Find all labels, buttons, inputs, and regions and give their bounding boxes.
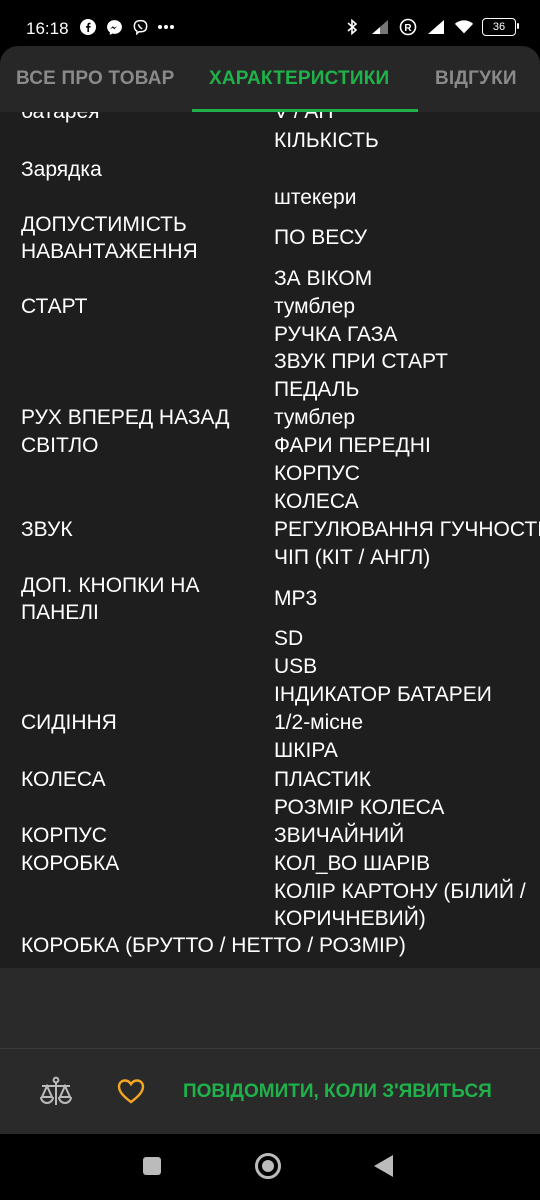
home-button[interactable] [255, 1153, 281, 1179]
spec-label: ДОП. КНОПКИ НА ПАНЕЛІ [21, 574, 200, 624]
spec-label: КОРОБКА (БРУТТО / НЕТТО / РОЗМІР) [21, 934, 406, 957]
status-bar: 16:18 R 36 [0, 0, 540, 50]
spec-value: ІНДИКАТОР БАТАРЕИ [274, 683, 492, 706]
bluetooth-icon [342, 17, 362, 37]
spec-value: SD [274, 627, 304, 650]
spec-label: ЗВУК [21, 518, 73, 541]
spec-label: СИДІННЯ [21, 711, 117, 734]
spec-value: КІЛЬКІСТЬ [274, 129, 379, 152]
messenger-icon [104, 17, 124, 37]
spec-value: ШКІРА [274, 739, 338, 762]
tab-reviews[interactable]: ВІДГУКИ [435, 68, 517, 90]
battery-icon: 36 [482, 18, 519, 36]
spec-label: КОРОБКА [21, 852, 120, 875]
system-icons: R 36 [342, 17, 519, 37]
content-spacer [0, 968, 540, 1048]
back-button[interactable] [374, 1155, 393, 1177]
spec-value: ЗВУК ПРИ СТАРТ [274, 350, 448, 373]
system-navigation-bar [0, 1134, 540, 1200]
spec-value: ПЕДАЛЬ [274, 378, 360, 401]
spec-label: Зарядка [21, 158, 102, 181]
tab-characteristics[interactable]: ХАРАКТЕРИСТИКИ [209, 68, 389, 90]
spec-value: ЗА ВІКОМ [274, 267, 373, 290]
spec-label: батарея [21, 112, 100, 125]
registered-icon: R [398, 17, 418, 37]
product-sheet: ВСЕ ПРО ТОВАР ХАРАКТЕРИСТИКИ ВІДГУКИ бат… [0, 46, 540, 1134]
bottom-action-bar: ПОВІДОМИТИ, КОЛИ З'ЯВИТЬСЯ [0, 1048, 540, 1134]
spec-value: РЕГУЛЮВАННЯ ГУЧНОСТІ [274, 518, 540, 541]
spec-value: MP3 [274, 587, 318, 610]
spec-label: РУХ ВПЕРЕД НАЗАД [21, 406, 230, 429]
recent-apps-button[interactable] [143, 1157, 161, 1175]
svg-text:R: R [404, 23, 412, 34]
spec-value: USB [274, 655, 318, 678]
viber-icon [130, 17, 150, 37]
scales-icon[interactable] [38, 1075, 74, 1109]
spec-label: СТАРТ [21, 295, 88, 318]
spec-value: тумблер [274, 295, 356, 318]
spec-value: V / AH [274, 112, 334, 125]
spec-label: КОРПУС [21, 824, 107, 847]
spec-value: 1/2-місне [274, 711, 364, 734]
spec-value: штекери [274, 186, 357, 209]
heart-icon[interactable] [116, 1077, 146, 1105]
spec-value: КОРПУС [274, 462, 360, 485]
spec-label: СВІТЛО [21, 434, 99, 457]
spec-value: РОЗМІР КОЛЕСА [274, 796, 445, 819]
spec-value: ПЛАСТИК [274, 768, 372, 791]
wifi-icon [454, 17, 474, 37]
spec-value: ЧІП (КІТ / АНГЛ) [274, 546, 431, 569]
spec-value: КОЛЕСА [274, 490, 359, 513]
tab-bar: ВСЕ ПРО ТОВАР ХАРАКТЕРИСТИКИ ВІДГУКИ [0, 46, 540, 112]
notify-when-available-button[interactable]: ПОВІДОМИТИ, КОЛИ З'ЯВИТЬСЯ [183, 1081, 492, 1103]
status-time: 16:18 [26, 19, 69, 38]
spec-value: КОЛІР КАРТОНУ (БІЛИЙ / КОРИЧНЕВИЙ) [274, 880, 526, 930]
spec-label: ДОПУСТИМІСТЬ НАВАНТАЖЕННЯ [21, 213, 198, 263]
signal-icon [370, 17, 390, 37]
tab-all-about-product[interactable]: ВСЕ ПРО ТОВАР [16, 68, 175, 90]
notification-icons [78, 17, 176, 37]
characteristics-table[interactable]: батарея Зарядка ДОПУСТИМІСТЬ НАВАНТАЖЕНН… [0, 112, 540, 968]
more-dots-icon [156, 17, 176, 37]
facebook-icon [78, 17, 98, 37]
signal-icon [426, 17, 446, 37]
spec-value: тумблер [274, 406, 356, 429]
spec-value: КОЛ_ВО ШАРІВ [274, 852, 431, 875]
spec-value: ПО ВЕСУ [274, 226, 368, 249]
spec-value: РУЧКА ГАЗА [274, 323, 398, 346]
spec-label: КОЛЕСА [21, 768, 106, 791]
spec-value: ФАРИ ПЕРЕДНІ [274, 434, 431, 457]
spec-value: ЗВИЧАЙНИЙ [274, 824, 405, 847]
